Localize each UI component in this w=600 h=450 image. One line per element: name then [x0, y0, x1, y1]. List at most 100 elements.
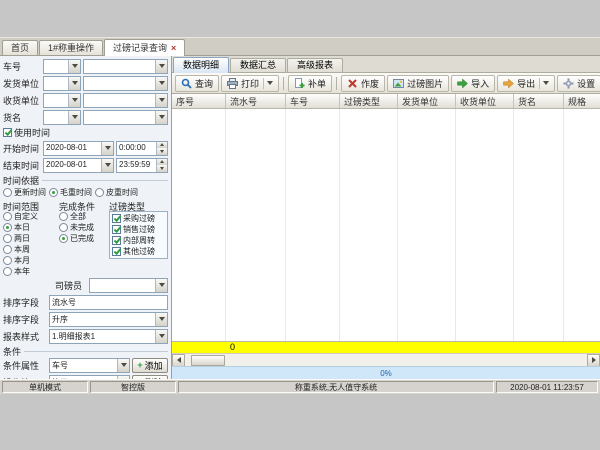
export-dropdown-button[interactable] [539, 78, 549, 89]
close-icon[interactable]: × [171, 43, 176, 53]
column-header-receiver[interactable]: 收货单位 [456, 94, 514, 108]
checkbox-icon [112, 247, 121, 256]
sort-order-combo[interactable]: 升序 [49, 312, 168, 327]
shipper-value-combo[interactable] [83, 76, 168, 91]
checkbox-purchase-weigh[interactable]: 采购过磅 [112, 213, 165, 224]
radio-all[interactable]: 全部 [59, 211, 109, 222]
dropdown-button[interactable] [68, 94, 80, 107]
radio-this-week[interactable]: 本周 [3, 244, 59, 255]
spin-up-icon [160, 143, 164, 146]
column-header-weigh-type[interactable]: 过磅类型 [340, 94, 398, 108]
radio-update-time[interactable]: 更新时间 [3, 187, 46, 198]
dropdown-button[interactable] [155, 279, 167, 292]
start-time-row: 开始时间 2020-08-01 0:00:00 [3, 140, 168, 156]
radio-gross-time[interactable]: 毛重时间 [49, 187, 92, 198]
goods-operator-combo[interactable] [43, 110, 81, 125]
import-button[interactable]: 导入 [451, 75, 495, 92]
sort-field-input[interactable]: 流水号 [49, 295, 168, 310]
add-button-label: 添加 [145, 359, 163, 372]
query-label: 查询 [195, 77, 213, 90]
column-header-shipper[interactable]: 发货单位 [398, 94, 456, 108]
dropdown-button[interactable] [68, 111, 80, 124]
export-button[interactable]: 导出 [497, 75, 555, 92]
use-time-checkbox[interactable]: 使用时间 [3, 126, 168, 139]
radio-finished[interactable]: 已完成 [59, 233, 109, 244]
chevron-down-icon [159, 81, 165, 85]
tab-data-detail[interactable]: 数据明细 [173, 57, 229, 73]
checkbox-other-weigh[interactable]: 其他过磅 [112, 246, 165, 257]
dropdown-button[interactable] [155, 77, 167, 90]
tab-advanced-report[interactable]: 高级报表 [287, 58, 343, 72]
receiver-operator-combo[interactable] [43, 93, 81, 108]
dropdown-button[interactable] [155, 111, 167, 124]
radio-this-month[interactable]: 本月 [3, 255, 59, 266]
start-time-spinner[interactable]: 0:00:00 [116, 141, 168, 156]
radio-icon [3, 267, 12, 276]
radio-icon [3, 256, 12, 265]
radio-this-year[interactable]: 本年 [3, 266, 59, 277]
dropdown-button[interactable] [155, 330, 167, 343]
dropdown-button[interactable] [155, 60, 167, 73]
spin-down-button[interactable] [157, 148, 167, 155]
start-date-combo[interactable]: 2020-08-01 [43, 141, 114, 156]
condition-attr-combo[interactable]: 车号 [49, 358, 130, 373]
report-style-combo[interactable]: 1.明细报表1 [49, 329, 168, 344]
void-button[interactable]: 作废 [341, 75, 385, 92]
vehicle-operator-combo[interactable] [43, 59, 81, 74]
tab-weigh-record-query[interactable]: 过磅记录查询× [104, 39, 185, 56]
radio-two-days[interactable]: 两日 [3, 233, 59, 244]
scrollbar-thumb[interactable] [191, 355, 225, 366]
grid-body-empty[interactable] [172, 109, 600, 341]
dropdown-button[interactable] [155, 94, 167, 107]
query-button[interactable]: 查询 [175, 75, 219, 92]
tab-weigh-operation[interactable]: 1#称重操作 [39, 40, 103, 55]
radio-tare-time[interactable]: 皮重时间 [95, 187, 138, 198]
condition-op-combo[interactable]: 等于 [49, 375, 130, 380]
dropdown-button[interactable] [101, 159, 113, 172]
column-header-spec[interactable]: 规格 [564, 94, 600, 108]
operator-combo[interactable] [89, 278, 168, 293]
scroll-left-button[interactable] [172, 354, 185, 367]
receiver-value-combo[interactable] [83, 93, 168, 108]
supplement-button[interactable]: 补单 [288, 75, 332, 92]
radio-today[interactable]: 本日 [3, 222, 59, 233]
dropdown-button[interactable] [68, 77, 80, 90]
report-style-label: 报表样式 [3, 330, 47, 343]
end-date-combo[interactable]: 2020-08-01 [43, 158, 114, 173]
radio-custom[interactable]: 自定义 [3, 211, 59, 222]
settings-button[interactable]: 设置 [557, 75, 600, 92]
condition-attr-label: 条件属性 [3, 359, 47, 372]
shipper-operator-combo[interactable] [43, 76, 81, 91]
horizontal-scrollbar[interactable] [172, 353, 600, 366]
print-label: 打印 [241, 77, 259, 90]
goods-value-combo[interactable] [83, 110, 168, 125]
column-header-goods[interactable]: 货名 [514, 94, 564, 108]
checkbox-sale-weigh[interactable]: 销售过磅 [112, 224, 165, 235]
radio-label: 本年 [14, 266, 30, 277]
add-condition-button[interactable]: +添加 [132, 358, 168, 373]
dropdown-button[interactable] [101, 142, 113, 155]
filter-row-vehicle: 车号 [3, 58, 168, 74]
column-header-serial[interactable]: 流水号 [226, 94, 286, 108]
import-arrow-icon [457, 78, 468, 89]
end-time-spinner[interactable]: 23:59:59 [116, 158, 168, 173]
radio-icon [3, 188, 12, 197]
tab-home[interactable]: 首页 [2, 40, 38, 55]
column-header-vehicle[interactable]: 车号 [286, 94, 340, 108]
weigh-images-button[interactable]: 过磅图片 [387, 75, 449, 92]
scroll-right-button[interactable] [587, 354, 600, 367]
vehicle-value-combo[interactable] [83, 59, 168, 74]
print-button[interactable]: 打印 [221, 75, 279, 92]
dropdown-button[interactable] [117, 376, 129, 380]
print-dropdown-button[interactable] [263, 78, 273, 89]
dropdown-button[interactable] [117, 359, 129, 372]
spin-down-button[interactable] [157, 165, 167, 172]
void-label: 作废 [361, 77, 379, 90]
radio-unfinished[interactable]: 未完成 [59, 222, 109, 233]
dropdown-button[interactable] [68, 60, 80, 73]
dropdown-button[interactable] [155, 313, 167, 326]
checkbox-internal-transfer[interactable]: 内部周转 [112, 235, 165, 246]
column-header-index[interactable]: 序号 [172, 94, 226, 108]
tab-data-summary[interactable]: 数据汇总 [230, 58, 286, 72]
radio-icon [49, 188, 58, 197]
